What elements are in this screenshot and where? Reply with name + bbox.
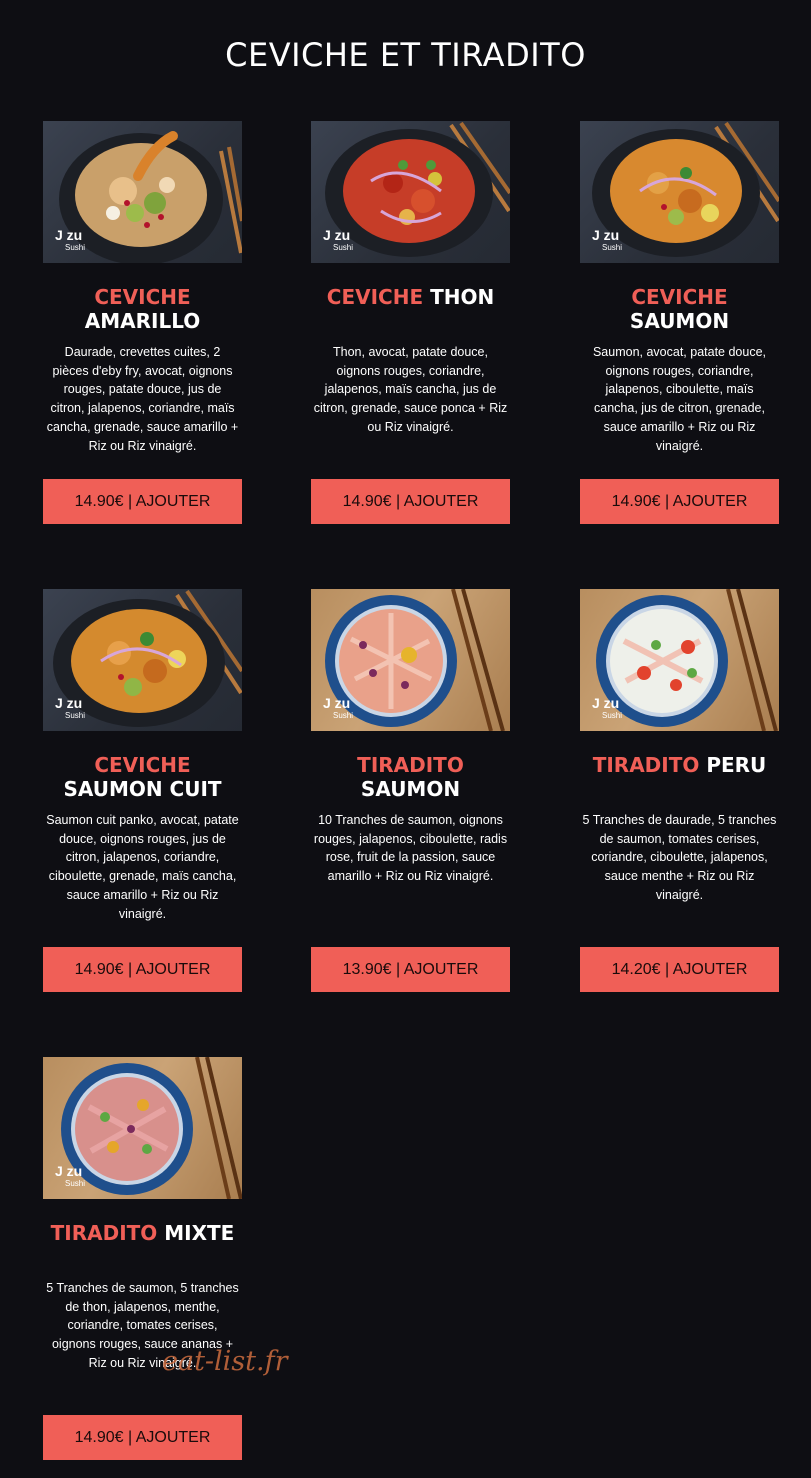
add-to-cart-button[interactable]: 14.20€ | AJOUTER [580, 947, 779, 992]
product-description: 10 Tranches de saumon, oignons rouges, j… [313, 813, 508, 884]
brand-logo: J zu [55, 695, 83, 711]
brand-logo-sub: Sushi [602, 711, 623, 720]
add-to-cart-button[interactable]: 14.90€ | AJOUTER [311, 479, 510, 524]
product-description: Daurade, crevettes cuites, 2 pièces d'eb… [46, 345, 239, 453]
product-card: J zu Sushi CEVICHE SAUMON CUIT Saumon cu… [43, 589, 242, 992]
product-card: J zu Sushi CEVICHE SAUMON Saumon, avocat… [580, 121, 779, 524]
product-name: CEVICHE AMARILLO [43, 285, 242, 335]
product-description: Saumon cuit panko, avocat, patate douce,… [46, 813, 239, 921]
product-photo[interactable]: J zu Sushi [43, 1057, 242, 1199]
product-name-accent: TIRADITO [592, 753, 700, 777]
product-name-accent: CEVICHE [326, 285, 424, 309]
brand-logo-sub: Sushi [65, 243, 86, 252]
product-name: CEVICHE SAUMON [580, 285, 779, 335]
add-to-cart-button[interactable]: 14.90€ | AJOUTER [43, 1415, 242, 1460]
product-description: Saumon, avocat, patate douce, oignons ro… [592, 345, 767, 453]
product-name-rest: SAUMON [629, 309, 730, 333]
product-name-rest: AMARILLO [84, 309, 201, 333]
brand-logo: J zu [55, 1163, 83, 1179]
product-card: J zu Sushi CEVICHE THON Thon, avocat, pa… [311, 121, 510, 524]
product-name: TIRADITO SAUMON [311, 753, 510, 803]
product-name: TIRADITO PERU [580, 753, 779, 803]
product-name: CEVICHE SAUMON CUIT [43, 753, 242, 803]
product-name-accent: CEVICHE [631, 285, 728, 309]
brand-logo: J zu [323, 695, 351, 711]
product-photo[interactable]: J zu Sushi [43, 589, 242, 731]
brand-logo-sub: Sushi [602, 243, 623, 252]
product-description: Thon, avocat, patate douce, oignons roug… [313, 345, 508, 434]
brand-logo: J zu [592, 227, 620, 243]
brand-logo-sub: Sushi [65, 1179, 86, 1188]
product-card: J zu Sushi TIRADITO PERU 5 Tranches de d… [580, 589, 779, 992]
product-name-rest: THON [430, 285, 495, 309]
product-card: J zu Sushi CEVICHE AMARILLO Daurade, cre… [43, 121, 242, 524]
brand-logo-sub: Sushi [65, 711, 86, 720]
page-title: CEVICHE ET TIRADITO [225, 36, 586, 74]
product-photo[interactable]: J zu Sushi [311, 121, 510, 263]
product-name-accent: CEVICHE [94, 753, 191, 777]
product-name-rest: SAUMON CUIT [63, 777, 222, 801]
product-card: J zu Sushi TIRADITO MIXTE 5 Tranches de … [43, 1057, 242, 1460]
brand-logo-sub: Sushi [333, 711, 354, 720]
product-name-accent: TIRADITO [357, 753, 464, 777]
product-name-accent: TIRADITO [50, 1221, 158, 1245]
product-name-rest: MIXTE [164, 1221, 235, 1245]
product-name: CEVICHE THON [311, 285, 510, 335]
product-card: J zu Sushi TIRADITO SAUMON 10 Tranches d… [311, 589, 510, 992]
watermark: eat-list.fr [162, 1346, 288, 1377]
product-description: 5 Tranches de daurade, 5 tranches de sau… [582, 813, 777, 902]
product-photo[interactable]: J zu Sushi [311, 589, 510, 731]
product-name-rest: PERU [706, 753, 767, 777]
brand-logo: J zu [323, 227, 351, 243]
brand-logo-sub: Sushi [333, 243, 354, 252]
add-to-cart-button[interactable]: 14.90€ | AJOUTER [43, 479, 242, 524]
product-name-accent: CEVICHE [94, 285, 191, 309]
menu-page: CEVICHE ET TIRADITO J zu Sushi CEVICHE A… [0, 0, 811, 1478]
product-photo[interactable]: J zu Sushi [43, 121, 242, 263]
add-to-cart-button[interactable]: 14.90€ | AJOUTER [580, 479, 779, 524]
product-name: TIRADITO MIXTE [43, 1221, 242, 1271]
product-photo[interactable]: J zu Sushi [580, 121, 779, 263]
brand-logo: J zu [55, 227, 83, 243]
add-to-cart-button[interactable]: 13.90€ | AJOUTER [311, 947, 510, 992]
brand-logo: J zu [592, 695, 620, 711]
add-to-cart-button[interactable]: 14.90€ | AJOUTER [43, 947, 242, 992]
product-photo[interactable]: J zu Sushi [580, 589, 779, 731]
product-name-rest: SAUMON [360, 777, 461, 801]
